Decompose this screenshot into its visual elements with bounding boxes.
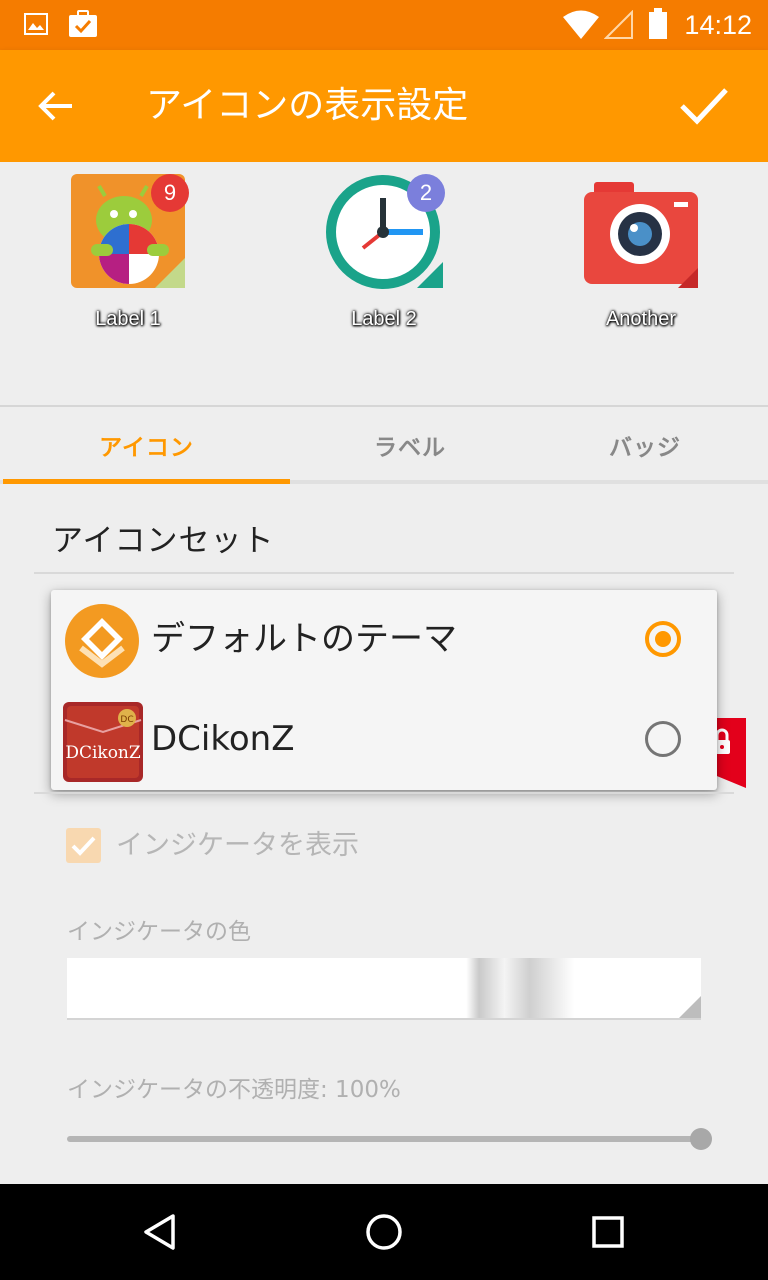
nav-recents-button[interactable] — [576, 1202, 640, 1262]
tab-indicator — [3, 479, 290, 484]
tab-label[interactable]: ラベル — [290, 407, 530, 483]
camera-icon — [582, 172, 700, 290]
image-icon — [24, 12, 48, 40]
option-label: デフォルトのテーマ — [151, 619, 457, 659]
dropdown-corner-icon — [679, 996, 701, 1018]
divider — [34, 572, 734, 574]
option-label: DCikonZ — [151, 719, 295, 759]
opacity-slider-thumb[interactable] — [690, 1128, 712, 1150]
icon-set-option[interactable]: デフォルトのテーマ — [51, 590, 717, 690]
radio-selected[interactable] — [645, 621, 681, 657]
page-title: アイコンの表示設定 — [146, 85, 469, 126]
preview-label: Label 2 — [351, 308, 417, 330]
arrow-left-icon — [38, 91, 72, 121]
back-button[interactable] — [26, 78, 86, 134]
icon-set-title: アイコンセット — [52, 523, 275, 559]
preview-item: Another — [556, 172, 726, 331]
notification-badge: 9 — [151, 174, 189, 212]
notification-badge: 2 — [407, 174, 445, 212]
tab-bar: アイコン ラベル バッジ — [0, 407, 768, 483]
preview-item: 2 Label 2 — [299, 172, 469, 331]
icon-preview: 9 Label 1 2 Label 2 Another — [0, 162, 768, 406]
checkmark-icon — [71, 836, 96, 856]
signal-icon — [603, 9, 634, 44]
preview-label: Another — [605, 308, 677, 330]
app-bar: アイコンの表示設定 — [0, 50, 768, 162]
show-indicator-checkbox[interactable] — [66, 828, 101, 863]
wifi-icon — [562, 10, 600, 44]
battery-icon — [648, 8, 668, 44]
clock-icon: 2 — [325, 172, 445, 290]
nav-back-button[interactable] — [128, 1202, 192, 1262]
tab-badge[interactable]: バッジ — [530, 407, 760, 483]
icon-set-option[interactable]: DC DCikonZ DCikonZ — [51, 690, 717, 790]
back-triangle-icon — [144, 1214, 175, 1250]
dcikonz-logo-text: DCikonZ — [65, 743, 141, 763]
icon-set-popup: デフォルトのテーマ DC DCikonZ DCikonZ — [51, 590, 717, 790]
android-beach-ball-icon: 9 — [69, 172, 189, 290]
home-circle-icon — [366, 1214, 402, 1250]
status-bar: 14:12 — [0, 0, 768, 50]
navigation-bar — [0, 1184, 768, 1280]
opacity-slider-track[interactable] — [67, 1136, 701, 1142]
nav-home-button[interactable] — [352, 1202, 416, 1262]
tab-icon[interactable]: アイコン — [3, 407, 290, 483]
svg-text:DC: DC — [120, 715, 133, 725]
check-icon — [680, 88, 728, 125]
default-theme-icon — [63, 602, 141, 680]
confirm-button[interactable] — [668, 74, 740, 138]
dcikonz-icon: DC DCikonZ — [63, 702, 143, 782]
radio-unselected[interactable] — [645, 721, 681, 757]
preview-item: 9 Label 1 — [43, 172, 213, 331]
recents-square-icon — [592, 1216, 624, 1248]
show-indicator-label: インジケータを表示 — [116, 830, 359, 861]
divider — [34, 792, 734, 794]
clipboard-check-icon — [68, 10, 98, 42]
status-time: 14:12 — [684, 10, 752, 40]
indicator-color-label: インジケータの色 — [67, 919, 251, 945]
indicator-opacity-label: インジケータの不透明度: 100% — [67, 1077, 401, 1103]
preview-label: Label 1 — [95, 308, 161, 330]
indicator-color-picker[interactable] — [67, 958, 701, 1020]
lock-icon — [712, 718, 746, 788]
